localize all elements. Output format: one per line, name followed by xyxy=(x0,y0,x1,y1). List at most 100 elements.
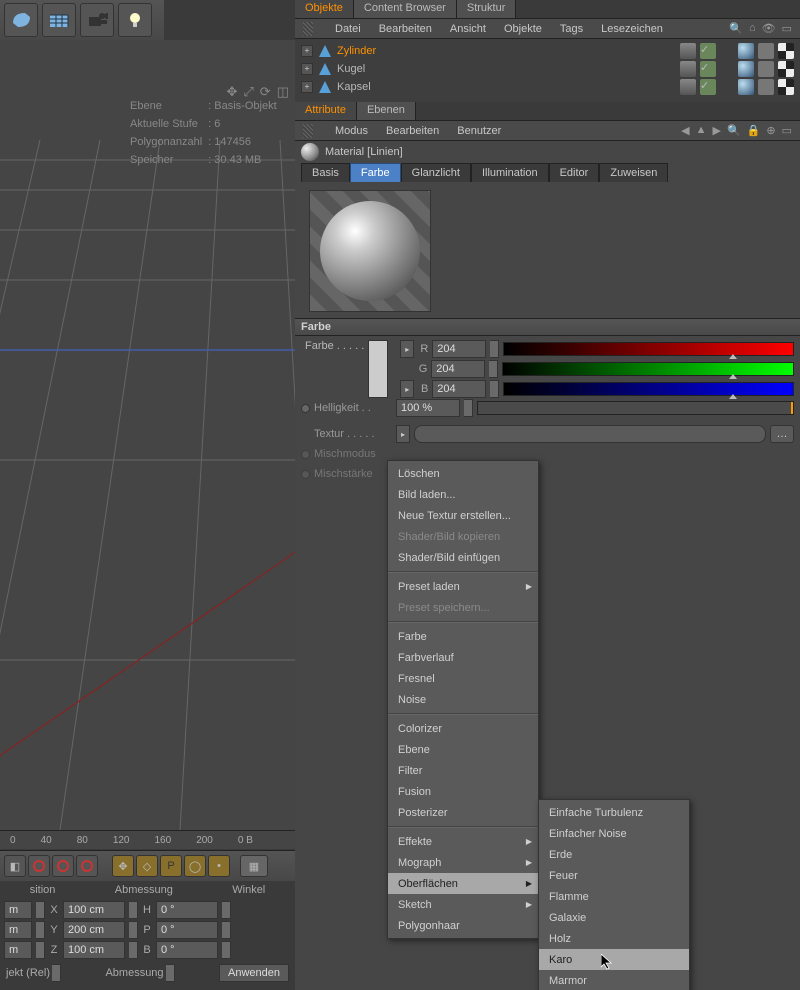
spinner-icon[interactable] xyxy=(36,921,45,939)
menu-item-effekte[interactable]: Effekte▶ xyxy=(388,831,538,852)
rotate-tool-icon[interactable]: P xyxy=(160,855,182,877)
menu-item-galaxie[interactable]: Galaxie xyxy=(539,907,689,928)
spinner-icon[interactable] xyxy=(129,901,138,919)
menu-modus[interactable]: Modus xyxy=(335,125,368,137)
channel-tab-zuweisen[interactable]: Zuweisen xyxy=(599,163,668,182)
field-ang[interactable]: 0 ° xyxy=(156,921,218,939)
chevron-right-icon[interactable]: ▸ xyxy=(400,340,414,358)
tab-content-browser[interactable]: Content Browser xyxy=(354,0,457,18)
menu-item-mograph[interactable]: Mograph▶ xyxy=(388,852,538,873)
new-icon[interactable]: ⊕ xyxy=(766,124,775,137)
menu-item-neue-textur-erstellen-[interactable]: Neue Textur erstellen... xyxy=(388,505,538,526)
spinner-icon[interactable] xyxy=(489,360,498,378)
texture-field[interactable] xyxy=(414,425,766,443)
menu-item-holz[interactable]: Holz xyxy=(539,928,689,949)
object-name[interactable]: Zylinder xyxy=(337,45,387,57)
menu-bearbeiten[interactable]: Bearbeiten xyxy=(386,125,439,137)
eye-icon[interactable]: 👁 xyxy=(762,22,776,35)
tool-icon-light[interactable] xyxy=(118,3,152,37)
field-brightness[interactable]: 100 % xyxy=(396,399,460,417)
menu-objekte[interactable]: Objekte xyxy=(504,23,542,35)
menu-item-farbverlauf[interactable]: Farbverlauf xyxy=(388,647,538,668)
field-dim[interactable]: 100 cm xyxy=(63,941,125,959)
channel-tab-farbe[interactable]: Farbe xyxy=(350,163,401,182)
menu-item-erde[interactable]: Erde xyxy=(539,844,689,865)
spinner-icon[interactable] xyxy=(222,941,231,959)
menu-item-polygonhaar[interactable]: Polygonhaar xyxy=(388,915,538,936)
minimize-icon[interactable]: ▭ xyxy=(782,124,792,137)
tool-icon-camera[interactable] xyxy=(80,3,114,37)
material-tag-icon[interactable] xyxy=(778,79,794,95)
chevron-right-icon[interactable]: ▸ xyxy=(400,380,414,398)
tex-tag-icon[interactable] xyxy=(758,61,774,77)
pla-tool-icon[interactable]: • xyxy=(208,855,230,877)
autokey-icon[interactable] xyxy=(76,855,98,877)
spinner-icon[interactable] xyxy=(166,964,175,982)
field-dim[interactable]: 200 cm xyxy=(63,921,125,939)
material-preview[interactable] xyxy=(309,190,431,312)
tex-tag-icon[interactable] xyxy=(758,43,774,59)
home-icon[interactable]: ⌂ xyxy=(749,22,756,35)
slider-brightness[interactable] xyxy=(477,401,794,415)
channel-tab-editor[interactable]: Editor xyxy=(549,163,600,182)
menu-bearbeiten[interactable]: Bearbeiten xyxy=(379,23,432,35)
menu-item-preset-laden[interactable]: Preset laden▶ xyxy=(388,576,538,597)
menu-item-bild-laden-[interactable]: Bild laden... xyxy=(388,484,538,505)
field-pos-unit[interactable]: m xyxy=(4,921,32,939)
browse-button[interactable]: … xyxy=(770,425,794,443)
tool-icon-primitive[interactable] xyxy=(4,3,38,37)
footer-dim[interactable]: Abmessung xyxy=(105,967,163,979)
phong-tag-icon[interactable] xyxy=(738,79,754,95)
menu-ansicht[interactable]: Ansicht xyxy=(450,23,486,35)
spinner-icon[interactable] xyxy=(129,941,138,959)
channel-tab-illumination[interactable]: Illumination xyxy=(471,163,549,182)
move-tool-icon[interactable]: ✥ xyxy=(112,855,134,877)
object-name[interactable]: Kugel xyxy=(337,63,387,75)
up-icon[interactable]: ▲ xyxy=(696,124,707,137)
spinner-icon[interactable] xyxy=(222,901,231,919)
field-ang[interactable]: 0 ° xyxy=(156,901,218,919)
menu-item-oberfl-chen[interactable]: Oberflächen▶ xyxy=(388,873,538,894)
tab-struktur[interactable]: Struktur xyxy=(457,0,517,18)
menu-item-ebene[interactable]: Ebene xyxy=(388,739,538,760)
material-tag-icon[interactable] xyxy=(778,61,794,77)
phong-tag-icon[interactable] xyxy=(738,61,754,77)
field-pos-unit[interactable]: m xyxy=(4,941,32,959)
grip-icon[interactable] xyxy=(303,124,313,138)
expand-icon[interactable]: + xyxy=(301,63,313,75)
apply-button[interactable]: Anwenden xyxy=(219,964,289,982)
vis-editor-icon[interactable] xyxy=(680,79,696,95)
slider-b[interactable] xyxy=(503,382,794,396)
grip-icon[interactable] xyxy=(303,22,313,36)
footer-mode[interactable]: jekt (Rel) xyxy=(6,967,50,979)
field-g[interactable]: 204 xyxy=(431,360,485,378)
menu-benutzer[interactable]: Benutzer xyxy=(457,125,501,137)
minimize-icon[interactable]: ▭ xyxy=(782,22,792,35)
object-name[interactable]: Kapsel xyxy=(337,81,387,93)
timeline-ruler[interactable]: 040801201602000 B xyxy=(0,830,305,849)
slider-r[interactable] xyxy=(503,342,794,356)
menu-item-karo[interactable]: Karo xyxy=(539,949,689,970)
tex-tag-icon[interactable] xyxy=(758,79,774,95)
menu-tags[interactable]: Tags xyxy=(560,23,583,35)
menu-item-l-schen[interactable]: Löschen xyxy=(388,463,538,484)
menu-item-posterizer[interactable]: Posterizer xyxy=(388,802,538,823)
menu-item-flamme[interactable]: Flamme xyxy=(539,886,689,907)
menu-item-colorizer[interactable]: Colorizer xyxy=(388,718,538,739)
spinner-icon[interactable] xyxy=(36,901,45,919)
field-pos-unit[interactable]: m xyxy=(4,901,32,919)
menu-item-sketch[interactable]: Sketch▶ xyxy=(388,894,538,915)
menu-item-filter[interactable]: Filter xyxy=(388,760,538,781)
field-r[interactable]: 204 xyxy=(432,340,486,358)
back-icon[interactable]: ◀ xyxy=(681,124,689,137)
tab-objekte[interactable]: Objekte xyxy=(295,0,354,18)
field-b[interactable]: 204 xyxy=(432,380,486,398)
menu-item-shader-bild-einf-gen[interactable]: Shader/Bild einfügen xyxy=(388,547,538,568)
tool-icon-grid[interactable] xyxy=(42,3,76,37)
expand-icon[interactable]: + xyxy=(301,81,313,93)
tab-attribute[interactable]: Attribute xyxy=(295,102,357,120)
param-tool-icon[interactable]: ◯ xyxy=(184,855,206,877)
search-icon[interactable]: 🔍 xyxy=(729,22,743,35)
menu-datei[interactable]: Datei xyxy=(335,23,361,35)
vis-render-icon[interactable]: ✓ xyxy=(700,61,716,77)
